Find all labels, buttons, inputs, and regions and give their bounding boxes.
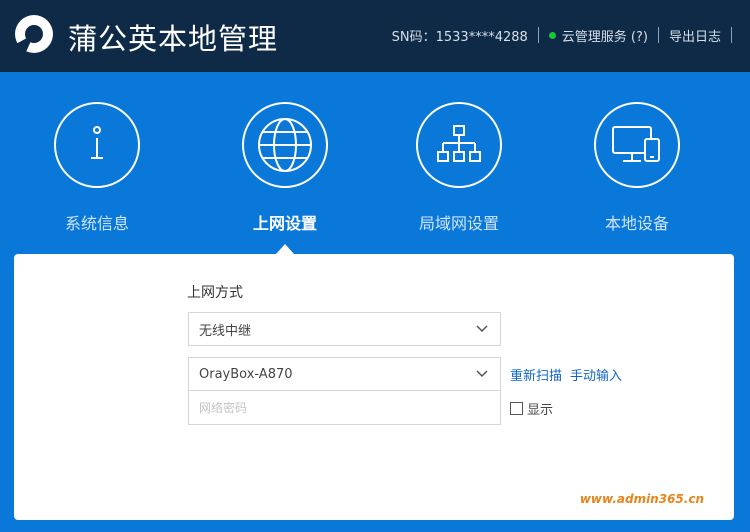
cloud-service-link[interactable]: 云管理服务 (?) [562,26,648,45]
divider [657,27,659,43]
nav-label: 局域网设置 [418,214,499,233]
watermark: www.admin365.cn [579,492,704,506]
active-tab-indicator [276,244,294,254]
show-password-label: 显示 [527,403,554,418]
main-nav: 系统信息 上网设置 局域网设置 本地设备 [0,72,750,254]
top-header: 蒲公英本地管理 SN码：1533****4288 云管理服务 (?) 导出日志 [0,0,750,72]
network-password-input[interactable] [188,390,501,425]
wifi-network-select[interactable]: OrayBox-A870 [188,357,501,391]
show-password-checkbox[interactable] [510,402,523,415]
divider [537,27,539,43]
nav-label: 系统信息 [64,214,129,233]
section-title: 上网方式 [187,285,243,301]
internet-settings-panel: 上网方式 无线中继 OrayBox-A870 重新扫描 手动输入 显示 www.… [14,254,734,520]
export-log-link[interactable]: 导出日志 [669,26,721,45]
network-tree-icon [416,102,502,188]
info-icon [54,102,140,188]
nav-item-lan-settings[interactable]: 局域网设置 [389,102,529,234]
nav-label: 上网设置 [252,214,317,233]
pgy-logo-icon [14,14,54,54]
rescan-link[interactable]: 重新扫描 [510,365,562,384]
devices-icon [594,102,680,188]
globe-icon [242,102,328,188]
nav-item-system-info[interactable]: 系统信息 [27,102,167,234]
chevron-down-icon [476,322,488,340]
wifi-network-value: OrayBox-A870 [199,366,293,382]
serial-number: SN码：1533****4288 [391,29,528,45]
nav-item-local-devices[interactable]: 本地设备 [567,102,707,234]
app-title: 蒲公英本地管理 [68,22,279,56]
nav-label: 本地设备 [604,214,669,233]
connection-mode-value: 无线中继 [199,323,252,339]
nav-item-internet-settings[interactable]: 上网设置 [215,102,355,234]
show-password-option: 显示 [510,399,553,418]
online-status-icon [548,31,556,39]
connection-mode-select[interactable]: 无线中继 [188,312,501,346]
header-toolbar: SN码：1533****4288 云管理服务 (?) 导出日志 [392,24,742,46]
divider [731,27,732,43]
manual-input-link[interactable]: 手动输入 [570,365,622,384]
chevron-down-icon [476,367,488,385]
